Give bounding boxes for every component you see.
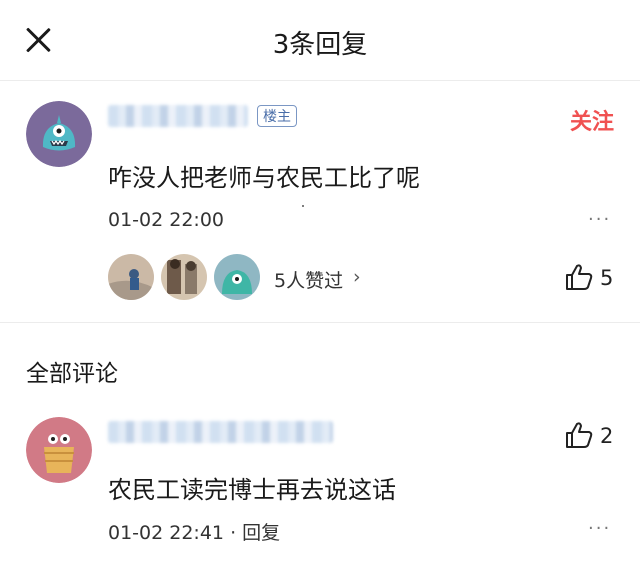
- all-comments-title: 全部评论: [26, 361, 118, 387]
- reply-username-blurred[interactable]: [108, 421, 333, 443]
- dot-mark: [302, 205, 304, 207]
- reply-more-icon[interactable]: ···: [588, 518, 611, 539]
- reply-like-count: 2: [600, 424, 614, 448]
- thumbs-up-icon: [566, 422, 593, 448]
- reply-like-button[interactable]: 2: [564, 420, 624, 450]
- reply-button[interactable]: 回复: [242, 522, 280, 544]
- divider: [0, 322, 640, 323]
- header-bar: 3条回复: [0, 0, 640, 81]
- thumbs-up-icon: [566, 264, 593, 290]
- post-text: 咋没人把老师与农民工比了呢: [108, 164, 420, 192]
- more-icon[interactable]: ···: [588, 209, 611, 230]
- like-button[interactable]: 5: [564, 262, 624, 292]
- op-badge: 楼主: [257, 105, 297, 127]
- liker-avatar-3: [214, 254, 260, 300]
- username-blurred[interactable]: [108, 105, 248, 127]
- reply-time: 01-02 22:41: [108, 522, 225, 544]
- likers-row[interactable]: 5人赞过 ›: [108, 254, 368, 302]
- follow-button[interactable]: 关注: [570, 104, 614, 136]
- like-count: 5: [600, 266, 614, 290]
- avatar-cup-character[interactable]: [26, 417, 92, 483]
- reply-text: 农民工读完博士再去说这话: [108, 476, 396, 504]
- meta-separator: ·: [230, 522, 237, 544]
- chevron-right-icon: ›: [353, 266, 361, 288]
- page-title: 3条回复: [272, 30, 368, 60]
- avatar-monster[interactable]: [26, 101, 92, 167]
- liker-avatar-1: [108, 254, 154, 300]
- liker-avatar-2: [161, 254, 207, 300]
- likers-count-text: 5人赞过: [274, 270, 344, 292]
- reply-meta: 01-02 22:41 · 回复: [108, 518, 280, 545]
- post-time: 01-02 22:00: [108, 209, 225, 231]
